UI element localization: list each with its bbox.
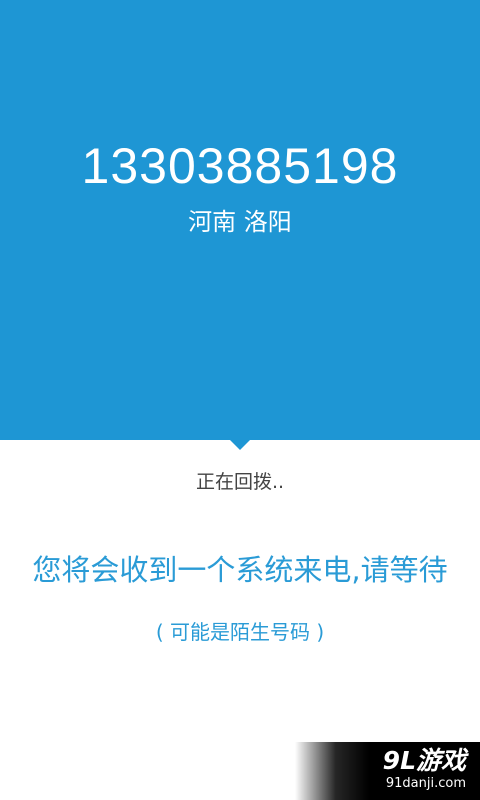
callback-status: 正在回拨.. — [195, 471, 285, 493]
watermark: 9L游戏 91danji.com — [295, 742, 480, 800]
phone-number: 13303885198 — [81, 138, 399, 194]
callback-screen: 13303885198 河南 洛阳 正在回拨.. 您将会收到一个系统来电,请等待… — [0, 0, 480, 800]
watermark-url: 91danji.com — [385, 776, 466, 791]
stranger-number-hint: ( 可能是陌生号码 ) — [155, 620, 325, 644]
watermark-logo: 9L游戏 — [382, 746, 466, 775]
panel-pointer-icon — [230, 440, 250, 450]
caller-location: 河南 洛阳 — [188, 208, 292, 236]
incoming-call-notice: 您将会收到一个系统来电,请等待 — [32, 553, 448, 587]
caller-info-panel: 13303885198 河南 洛阳 — [0, 0, 480, 440]
